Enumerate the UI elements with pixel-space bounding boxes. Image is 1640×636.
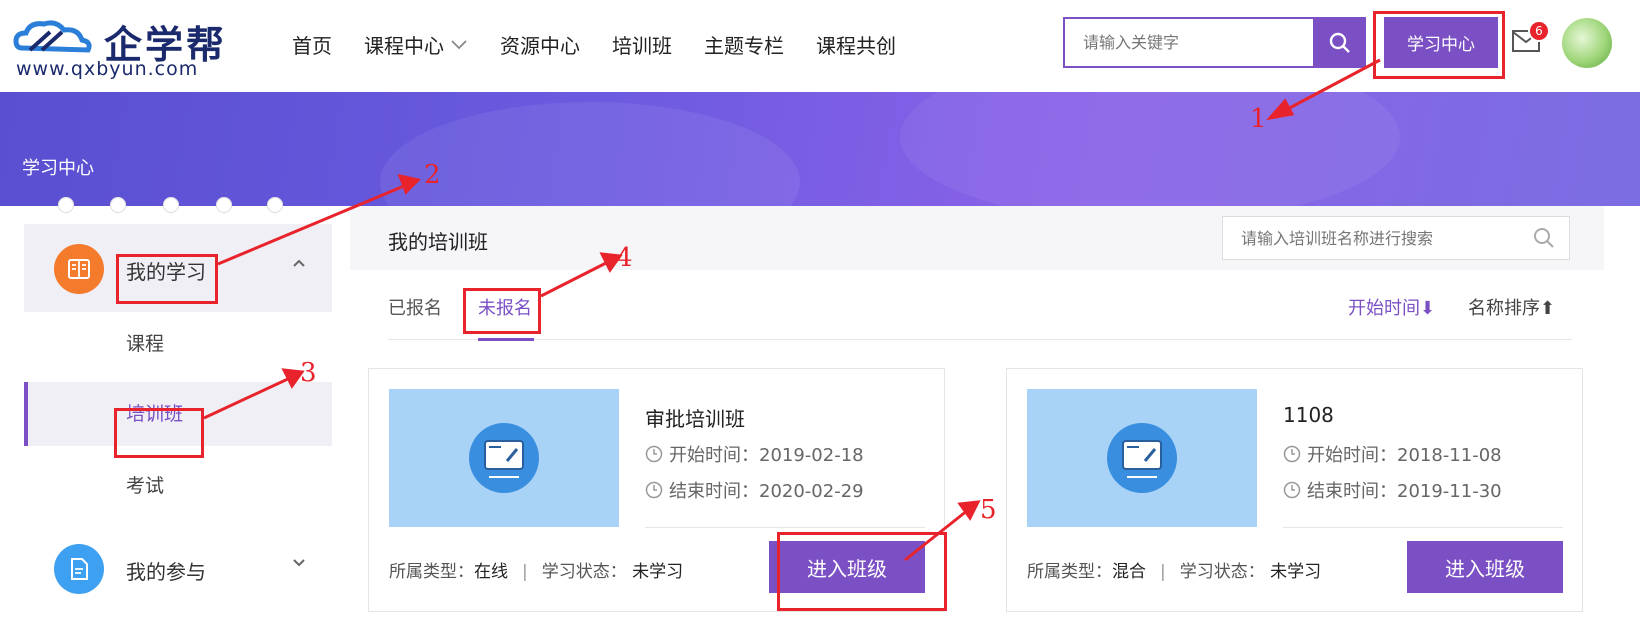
card-end-time: 结束时间：2019-11-30 <box>1283 477 1502 503</box>
clock-icon <box>1283 481 1301 499</box>
nav-course-center-label: 课程中心 <box>364 34 444 58</box>
page-title: 我的培训班 <box>388 230 488 254</box>
nav-resource-center[interactable]: 资源中心 <box>500 30 580 59</box>
banner: 学习中心 <box>0 92 1640 206</box>
nav-training[interactable]: 培训班 <box>612 30 672 59</box>
clock-icon <box>645 445 663 463</box>
end-time-text: 结束时间：2019-11-30 <box>1307 481 1502 502</box>
annotation-number: 4 <box>616 243 633 273</box>
main-nav: 首页 课程中心 资源中心 培训班 主题专栏 课程共创 <box>292 30 928 59</box>
sidebar-item-exam[interactable]: 考试 <box>24 454 332 518</box>
divider <box>645 527 925 528</box>
chevron-up-icon <box>293 259 305 267</box>
card-end-time: 结束时间：2020-02-29 <box>645 477 864 503</box>
arrow-down-icon: ⬇ <box>1420 298 1436 319</box>
training-thumbnail[interactable] <box>389 389 619 527</box>
dot <box>110 197 126 213</box>
status-label: 学习状态： <box>1179 562 1265 582</box>
training-card: 1108 开始时间：2018-11-08 结束时间：2019-11-30 所属类… <box>1006 368 1583 612</box>
cloud-logo-icon <box>13 20 92 53</box>
start-time-text: 开始时间：2019-02-18 <box>669 445 864 466</box>
tab-enrolled[interactable]: 已报名 <box>388 294 442 320</box>
document-icon <box>54 544 104 594</box>
chevron-down-icon <box>293 559 305 567</box>
header-search <box>1063 17 1313 68</box>
annotation-number: 5 <box>980 495 997 525</box>
notification-badge: 6 <box>1528 20 1550 42</box>
main-panel: 我的培训班 已报名 未报名 开始时间⬇ 名称排序⬆ 审批培训班 开始时间：201… <box>350 206 1604 636</box>
training-search <box>1222 216 1570 260</box>
sort-by-start-time[interactable]: 开始时间⬇ <box>1348 294 1435 320</box>
logo-url: www.qxbyun.com <box>16 58 199 80</box>
banner-title: 学习中心 <box>22 158 94 179</box>
avatar[interactable] <box>1562 18 1612 68</box>
status-value: 未学习 <box>632 562 684 582</box>
status-label: 学习状态： <box>541 562 627 582</box>
card-start-time: 开始时间：2018-11-08 <box>1283 441 1502 467</box>
annotation-box <box>777 532 947 611</box>
card-title[interactable]: 审批培训班 <box>645 403 745 432</box>
card-title[interactable]: 1108 <box>1283 403 1334 427</box>
sort-by-name[interactable]: 名称排序⬆ <box>1468 294 1555 320</box>
separator: | <box>522 562 528 582</box>
book-icon <box>54 244 104 294</box>
card-meta: 所属类型：在线 | 学习状态： 未学习 <box>389 557 683 582</box>
status-value: 未学习 <box>1270 562 1322 582</box>
sort-time-label: 开始时间 <box>1348 298 1420 319</box>
sidebar-item-course[interactable]: 课程 <box>24 312 332 376</box>
banner-decoration <box>900 92 1400 206</box>
start-time-text: 开始时间：2018-11-08 <box>1307 445 1502 466</box>
tabs: 已报名 未报名 开始时间⬇ 名称排序⬆ <box>388 270 1572 341</box>
annotation-number: 3 <box>300 358 317 388</box>
dot <box>267 197 283 213</box>
sidebar-group-label: 我的参与 <box>126 560 206 584</box>
sort-name-label: 名称排序 <box>1468 298 1540 319</box>
sidebar-group-participation[interactable]: 我的参与 <box>24 524 332 612</box>
nav-course-center[interactable]: 课程中心 <box>364 30 468 59</box>
annotation-box <box>463 288 541 334</box>
dot <box>163 197 179 213</box>
tab-active-indicator <box>478 338 534 341</box>
dot <box>216 197 232 213</box>
enter-class-button[interactable]: 进入班级 <box>1407 541 1563 593</box>
training-board-icon <box>469 423 539 493</box>
search-icon <box>1329 32 1350 53</box>
training-search-input[interactable] <box>1223 217 1523 259</box>
logo[interactable]: 企学帮 www.qxbyun.com <box>12 14 252 80</box>
divider <box>1283 527 1563 528</box>
annotation-box <box>116 254 218 304</box>
search-input[interactable] <box>1065 19 1313 66</box>
annotation-number: 1 <box>1250 104 1267 134</box>
annotation-box <box>1373 11 1505 79</box>
card-meta: 所属类型：混合 | 学习状态： 未学习 <box>1027 557 1321 582</box>
type-value: 在线 <box>474 562 508 582</box>
annotation-box <box>114 408 204 458</box>
end-time-text: 结束时间：2020-02-29 <box>669 481 864 502</box>
type-value: 混合 <box>1112 562 1146 582</box>
chevron-down-icon <box>451 39 467 49</box>
banner-decoration <box>380 102 800 206</box>
nav-co-create[interactable]: 课程共创 <box>816 30 896 59</box>
nav-home[interactable]: 首页 <box>292 30 332 59</box>
search-icon[interactable] <box>1533 227 1555 249</box>
clock-icon <box>645 481 663 499</box>
type-label: 所属类型： <box>1027 562 1112 582</box>
annotation-number: 2 <box>424 160 441 190</box>
main-header: 我的培训班 <box>350 206 1604 270</box>
arrow-up-icon: ⬆ <box>1540 298 1556 319</box>
search-button[interactable] <box>1313 17 1366 68</box>
type-label: 所属类型： <box>389 562 474 582</box>
training-thumbnail[interactable] <box>1027 389 1257 527</box>
clock-icon <box>1283 445 1301 463</box>
dot <box>58 197 74 213</box>
separator: | <box>1160 562 1166 582</box>
card-start-time: 开始时间：2019-02-18 <box>645 441 864 467</box>
training-board-icon <box>1107 423 1177 493</box>
nav-topics[interactable]: 主题专栏 <box>704 30 784 59</box>
sidebar-dots <box>24 197 332 215</box>
